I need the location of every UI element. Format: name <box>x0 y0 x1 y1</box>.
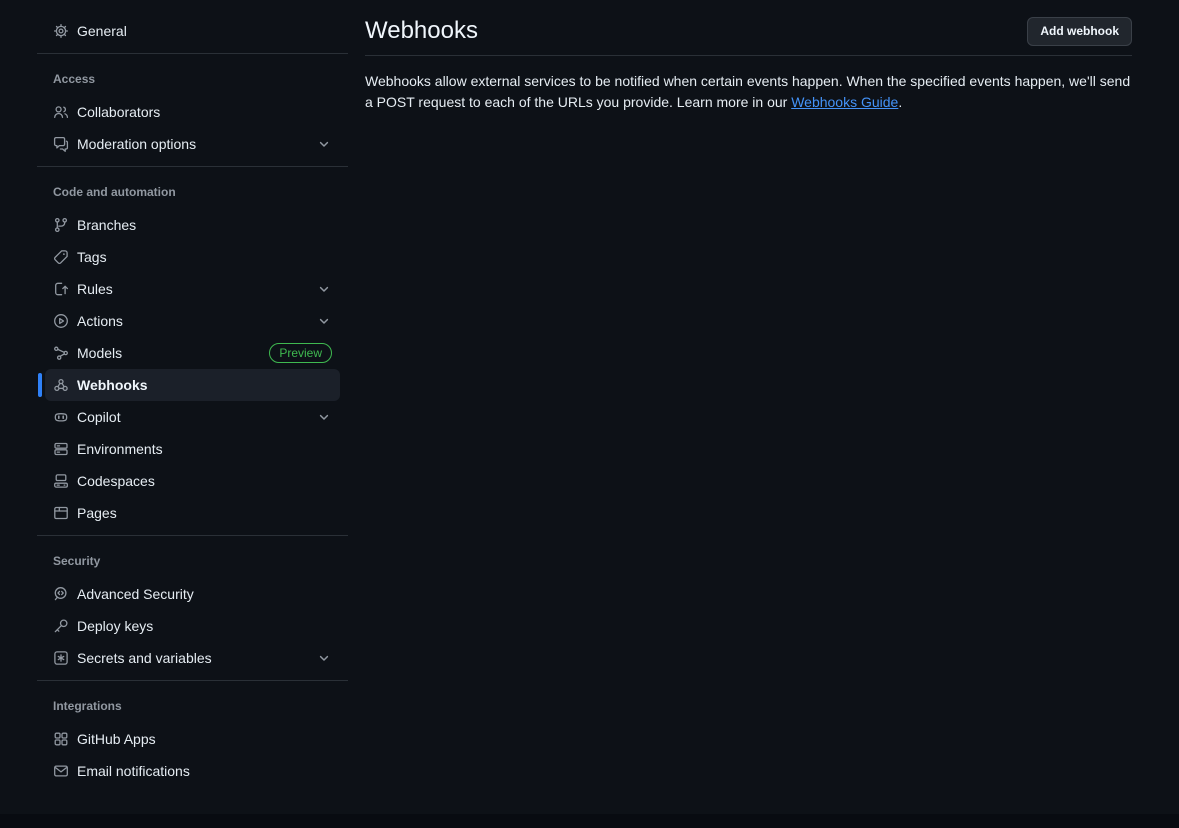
section-header-security: Security <box>37 536 348 578</box>
sidebar-item-label: Codespaces <box>77 473 155 489</box>
sidebar-item-label: Environments <box>77 441 163 457</box>
models-icon <box>53 345 69 361</box>
server-icon <box>53 441 69 457</box>
sidebar-item-webhooks[interactable]: Webhooks <box>45 369 340 401</box>
key-icon <box>53 618 69 634</box>
chevron-down-icon[interactable] <box>316 313 332 329</box>
sidebar-item-models[interactable]: Models Preview <box>45 337 340 369</box>
webhook-icon <box>53 377 69 393</box>
chevron-down-icon[interactable] <box>316 281 332 297</box>
sidebar-section-security: Security Advanced Security Deploy keys Secr… <box>37 535 348 674</box>
sidebar-item-branches[interactable]: Branches <box>45 209 340 241</box>
sidebar-item-actions[interactable]: Actions <box>45 305 340 337</box>
sidebar-item-label: Pages <box>77 505 117 521</box>
people-icon <box>53 104 69 120</box>
page-title: Webhooks <box>365 16 478 46</box>
git-branch-icon <box>53 217 69 233</box>
sidebar-item-environments[interactable]: Environments <box>45 433 340 465</box>
sidebar-item-deploy-keys[interactable]: Deploy keys <box>45 610 340 642</box>
webhooks-guide-link[interactable]: Webhooks Guide <box>791 94 898 110</box>
sidebar-item-codespaces[interactable]: Codespaces <box>45 465 340 497</box>
section-header-integrations: Integrations <box>37 681 348 723</box>
play-icon <box>53 313 69 329</box>
settings-sidebar: General Access Collaborators Moderation opt… <box>0 0 348 814</box>
item-trailing <box>316 136 332 152</box>
webhooks-description: Webhooks allow external services to be n… <box>365 71 1132 113</box>
main-content: Webhooks Add webhook Webhooks allow exte… <box>348 0 1179 814</box>
title-divider <box>365 55 1132 56</box>
sidebar-item-label: Email notifications <box>77 763 190 779</box>
sidebar-item-secrets-and-variables[interactable]: Secrets and variables <box>45 642 340 674</box>
chevron-down-icon[interactable] <box>316 136 332 152</box>
chevron-down-icon[interactable] <box>316 409 332 425</box>
sidebar-item-pages[interactable]: Pages <box>45 497 340 529</box>
gear-icon <box>53 23 69 39</box>
item-trailing <box>316 650 332 666</box>
sidebar-item-rules[interactable]: Rules <box>45 273 340 305</box>
sidebar-item-email-notifications[interactable]: Email notifications <box>45 755 340 787</box>
section-header-access: Access <box>37 54 348 96</box>
description-period: . <box>898 94 902 110</box>
sidebar-item-label: GitHub Apps <box>77 731 156 747</box>
comment-discussion-icon <box>53 136 69 152</box>
sidebar-section-access: Access Collaborators Moderation options <box>37 53 348 160</box>
description-text: Webhooks allow external services to be n… <box>365 73 1130 110</box>
tag-icon <box>53 249 69 265</box>
sidebar-item-collaborators[interactable]: Collaborators <box>45 96 340 128</box>
browser-icon <box>53 505 69 521</box>
apps-grid-icon <box>53 731 69 747</box>
sidebar-item-github-apps[interactable]: GitHub Apps <box>45 723 340 755</box>
add-webhook-button[interactable]: Add webhook <box>1027 17 1132 46</box>
item-trailing <box>316 281 332 297</box>
sidebar-item-general[interactable]: General <box>45 15 340 47</box>
section-header-code-and-automation: Code and automation <box>37 167 348 209</box>
sidebar-item-advanced-security[interactable]: Advanced Security <box>45 578 340 610</box>
sidebar-section-code-and-automation: Code and automation Branches Tags Rules Acti… <box>37 166 348 529</box>
sidebar-item-label: Secrets and variables <box>77 650 212 666</box>
page-bottom-edge <box>0 814 1179 828</box>
sidebar-item-tags[interactable]: Tags <box>45 241 340 273</box>
sidebar-section: General <box>37 15 348 47</box>
item-trailing <box>316 409 332 425</box>
sidebar-section-integrations: Integrations GitHub Apps Email notificatio… <box>37 680 348 787</box>
sidebar-item-label: Moderation options <box>77 136 196 152</box>
preview-badge: Preview <box>269 343 332 363</box>
sidebar-item-label: Deploy keys <box>77 618 153 634</box>
item-trailing: Preview <box>269 343 332 363</box>
sidebar-item-label: Tags <box>77 249 107 265</box>
sidebar-item-moderation-options[interactable]: Moderation options <box>45 128 340 160</box>
copilot-icon <box>53 409 69 425</box>
mail-icon <box>53 763 69 779</box>
sidebar-item-label: Models <box>77 345 122 361</box>
sidebar-item-copilot[interactable]: Copilot <box>45 401 340 433</box>
code-scan-icon <box>53 586 69 602</box>
sidebar-item-label: Rules <box>77 281 113 297</box>
sidebar-item-label: Copilot <box>77 409 121 425</box>
secrets-icon <box>53 650 69 666</box>
codespaces-icon <box>53 473 69 489</box>
sidebar-item-label: General <box>77 23 127 39</box>
item-trailing <box>316 313 332 329</box>
chevron-down-icon[interactable] <box>316 650 332 666</box>
rules-icon <box>53 281 69 297</box>
settings-nav: General Access Collaborators Moderation opt… <box>37 15 348 787</box>
repo-settings-page: General Access Collaborators Moderation opt… <box>0 0 1179 814</box>
sidebar-item-label: Branches <box>77 217 136 233</box>
sidebar-item-label: Webhooks <box>77 377 148 393</box>
title-row: Webhooks Add webhook <box>365 16 1132 46</box>
sidebar-item-label: Advanced Security <box>77 586 194 602</box>
sidebar-item-label: Actions <box>77 313 123 329</box>
sidebar-item-label: Collaborators <box>77 104 160 120</box>
